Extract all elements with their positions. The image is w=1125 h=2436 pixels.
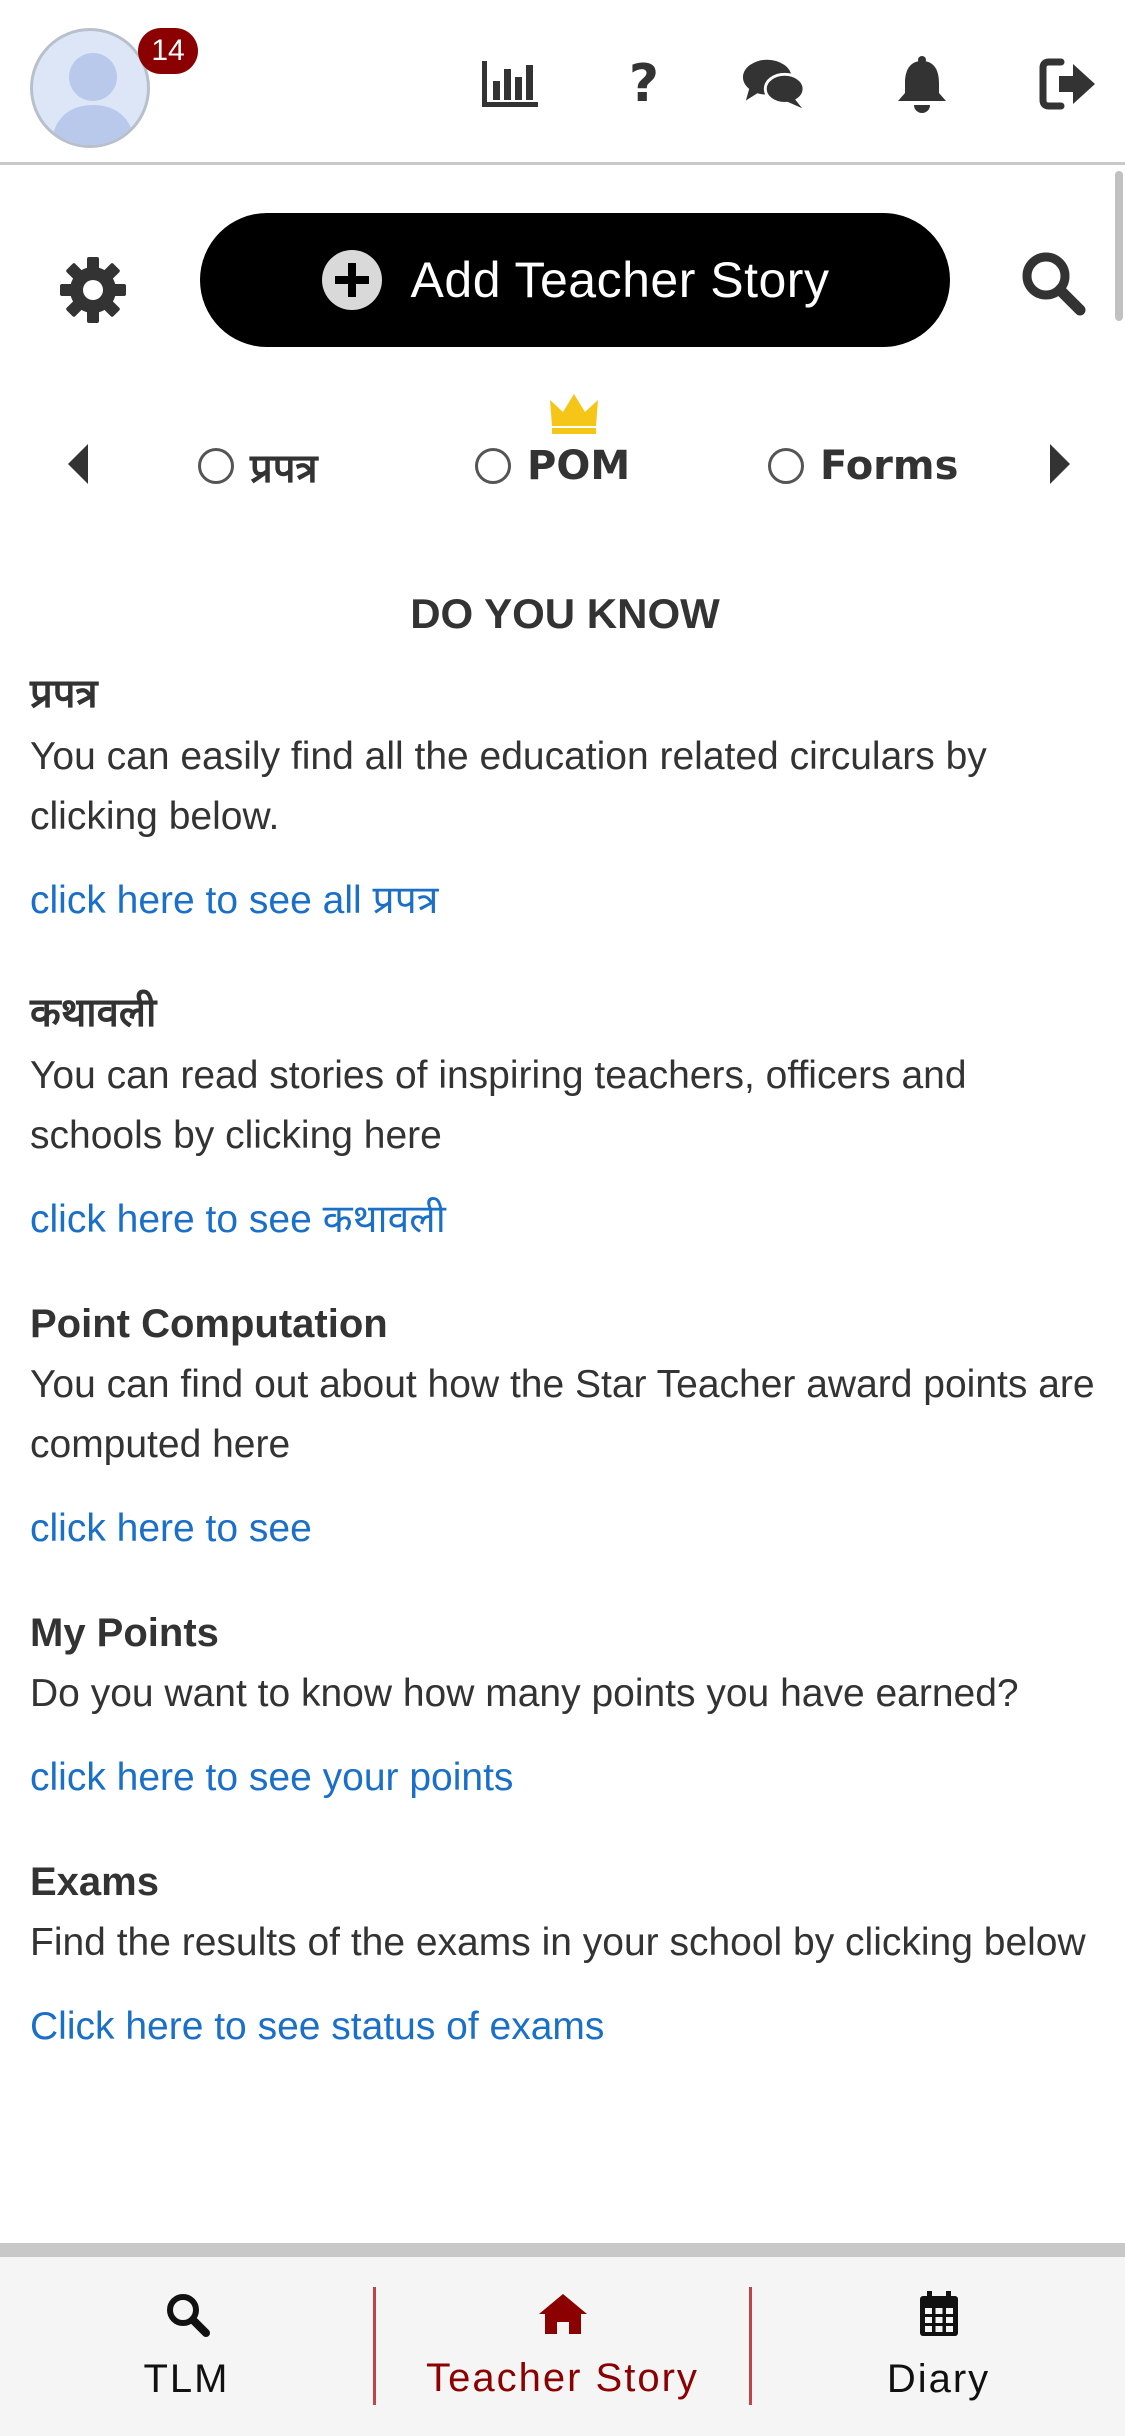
help-button[interactable]: ?	[612, 52, 676, 116]
nav-item-teacher-story[interactable]: Teacher Story	[376, 2257, 749, 2436]
notifications-button[interactable]	[890, 52, 954, 116]
section-description: You can read stories of inspiring teache…	[30, 1054, 967, 1157]
home-icon	[538, 2294, 587, 2334]
do-you-know-panel: DO YOU KNOW प्रपत्र You can easily find …	[30, 590, 1100, 2109]
nav-item-tlm[interactable]: TLM	[0, 2257, 373, 2436]
filter-option-pom[interactable]: POM	[475, 440, 630, 492]
search-button[interactable]	[1018, 248, 1088, 318]
chat-button[interactable]	[742, 52, 806, 116]
info-section-point-computation: Point Computation You can find out about…	[30, 1302, 1100, 1559]
radio-button[interactable]	[198, 448, 234, 484]
bottom-divider	[0, 2243, 1125, 2257]
section-description: Find the results of the exams in your sc…	[30, 1921, 1086, 1964]
help-icon: ?	[628, 54, 660, 114]
settings-button[interactable]	[58, 255, 128, 325]
info-section-my-points: My Points Do you want to know how many p…	[30, 1611, 1100, 1808]
see-my-points-link[interactable]: click here to see your points	[30, 1748, 513, 1808]
section-title: प्रपत्र	[30, 672, 98, 716]
filter-label: POM	[527, 443, 631, 489]
search-icon	[166, 2294, 210, 2337]
logout-button[interactable]	[1036, 52, 1100, 116]
chart-button[interactable]	[478, 52, 542, 116]
carousel-next-button[interactable]	[1038, 440, 1078, 488]
filter-carousel: प्रपत्र POM Forms	[0, 400, 1125, 530]
notification-count-badge: 14	[138, 28, 198, 74]
top-header: 14 ?	[0, 0, 1125, 165]
search-icon	[1022, 252, 1086, 316]
caret-left-icon	[68, 444, 88, 484]
section-title: My Points	[30, 1611, 219, 1655]
section-title: Point Computation	[30, 1302, 388, 1346]
bell-icon	[898, 56, 946, 113]
filter-option-prapatra[interactable]: प्रपत्र	[198, 440, 318, 492]
logout-icon	[1039, 58, 1095, 110]
chat-icon	[742, 59, 806, 109]
radio-button[interactable]	[768, 448, 804, 484]
info-section-exams: Exams Find the results of the exams in y…	[30, 1860, 1100, 2057]
plus-circle-icon	[321, 250, 382, 310]
gear-icon	[60, 257, 126, 323]
do-you-know-title: DO YOU KNOW	[410, 590, 720, 637]
bottom-navigation: TLM Teacher Story Diary	[0, 2257, 1125, 2436]
nav-item-diary[interactable]: Diary	[752, 2257, 1125, 2436]
calendar-icon	[919, 2291, 958, 2336]
see-kathavali-link[interactable]: click here to see कथावली	[30, 1190, 446, 1250]
section-description: Do you want to know how many points you …	[30, 1672, 1019, 1715]
filter-label: प्रपत्र	[250, 445, 318, 492]
chart-icon	[482, 61, 538, 107]
add-teacher-story-button[interactable]: Add Teacher Story	[200, 213, 950, 347]
section-title: कथावली	[30, 991, 157, 1035]
filter-option-forms[interactable]: Forms	[768, 440, 958, 492]
add-teacher-story-label: Add Teacher Story	[410, 252, 830, 308]
user-silhouette-icon	[51, 53, 135, 145]
nav-label: Teacher Story	[426, 2356, 699, 2400]
section-description: You can find out about how the Star Teac…	[30, 1363, 1095, 1466]
radio-button[interactable]	[475, 448, 511, 484]
section-title: Exams	[30, 1860, 159, 1904]
nav-label: TLM	[143, 2357, 230, 2401]
see-point-computation-link[interactable]: click here to see	[30, 1499, 312, 1559]
info-section-prapatra: प्रपत्र You can easily find all the educ…	[30, 664, 1100, 931]
caret-right-icon	[1050, 444, 1070, 484]
see-exam-status-link[interactable]: Click here to see status of exams	[30, 1997, 604, 2057]
carousel-prev-button[interactable]	[60, 440, 100, 488]
filter-label: Forms	[820, 443, 959, 489]
scrollbar-thumb[interactable]	[1115, 171, 1123, 321]
info-section-kathavali: कथावली You can read stories of inspiring…	[30, 983, 1100, 1250]
see-all-prapatra-link[interactable]: click here to see all प्रपत्र	[30, 871, 438, 931]
section-description: You can easily find all the education re…	[30, 735, 987, 838]
avatar[interactable]	[30, 28, 150, 148]
nav-label: Diary	[886, 2357, 991, 2401]
